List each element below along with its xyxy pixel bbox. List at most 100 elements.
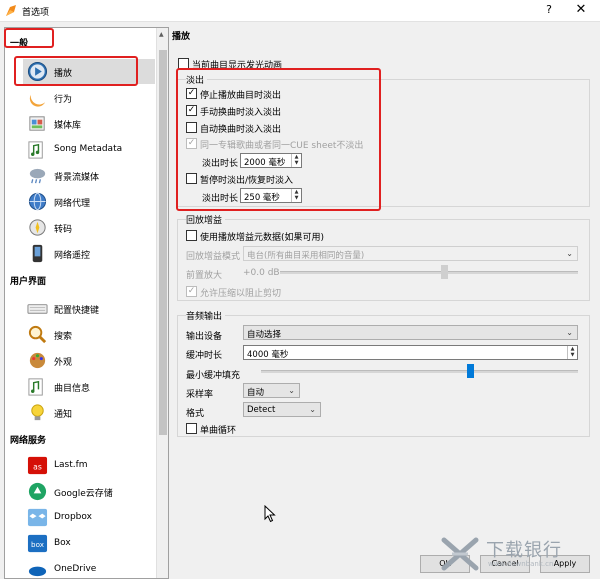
sidebar-item-search[interactable]: 搜索 bbox=[23, 322, 155, 347]
compress-label: 允许压缩以阻止剪切 bbox=[200, 289, 282, 299]
sidebar-item-notifications[interactable]: 通知 bbox=[23, 400, 155, 425]
highlight-box-fade bbox=[176, 68, 381, 211]
sidebar-item-shortcuts[interactable]: 配置快捷键 bbox=[23, 296, 155, 321]
remote-icon bbox=[32, 244, 43, 263]
onedrive-icon bbox=[28, 566, 47, 577]
format-value: Detect bbox=[247, 405, 276, 415]
sidebar-item-network-proxy[interactable]: 网络代理 bbox=[23, 189, 155, 214]
min-fill-slider[interactable] bbox=[261, 370, 578, 373]
sidebar-item-label: Box bbox=[54, 538, 71, 548]
sidebar-item-label: Google云存储 bbox=[54, 489, 113, 499]
track-info-icon bbox=[28, 378, 43, 396]
bulb-icon bbox=[31, 404, 44, 421]
sidebar-item-label: 背景流媒体 bbox=[54, 173, 100, 183]
preamp-value: +0.0 dB bbox=[243, 268, 280, 278]
sidebar-item-label: Dropbox bbox=[54, 512, 92, 522]
sidebar-item-label: 通知 bbox=[54, 410, 73, 420]
mouse-cursor-icon bbox=[264, 505, 276, 523]
sidebar: 一般 播放 行为 媒体库 Song Metadata 背景流媒体 网络代理 转码… bbox=[4, 27, 169, 579]
chevron-down-icon: ⌄ bbox=[566, 249, 573, 258]
sidebar-item-label: Song Metadata bbox=[54, 144, 123, 154]
sidebar-item-behavior[interactable]: 行为 bbox=[23, 85, 155, 110]
sidebar-item-label: 曲目信息 bbox=[54, 384, 91, 394]
sidebar-item-dropbox[interactable]: Dropbox bbox=[23, 505, 155, 530]
replaygain-mode-select[interactable]: 电台(所有曲目采用相同的音量) ⌄ bbox=[243, 246, 578, 261]
watermark-logo-icon bbox=[441, 537, 479, 571]
spin-buttons[interactable]: ▲ ▼ bbox=[567, 346, 577, 359]
highlight-box-general bbox=[4, 28, 54, 48]
weather-icon bbox=[29, 168, 46, 184]
use-replaygain-checkbox[interactable] bbox=[186, 230, 197, 241]
buffer-spinbox[interactable]: 4000 毫秒 ▲ ▼ bbox=[243, 345, 578, 360]
sidebar-item-label: 搜索 bbox=[54, 332, 73, 342]
chevron-down-icon: ⌄ bbox=[288, 386, 295, 395]
replaygain-group-label: 回放增益 bbox=[186, 213, 226, 226]
sidebar-item-google-drive[interactable]: Google云存储 bbox=[23, 479, 155, 504]
google-drive-icon bbox=[28, 482, 47, 501]
preamp-label: 前置放大 bbox=[186, 271, 223, 281]
sidebar-item-label: Last.fm bbox=[54, 460, 88, 470]
buffer-label: 缓冲时长 bbox=[186, 351, 223, 361]
scroll-up-icon[interactable]: ▲ bbox=[159, 31, 164, 38]
keyboard-icon bbox=[27, 304, 48, 314]
use-replaygain-label: 使用播放增益元数据(如果可用) bbox=[200, 233, 325, 243]
sidebar-item-label: 转码 bbox=[54, 225, 73, 235]
svg-text:box: box bbox=[31, 540, 44, 549]
compress-checkbox[interactable]: ✓ bbox=[186, 286, 197, 297]
window-title: 首选项 bbox=[22, 8, 50, 18]
highlight-box-playback bbox=[14, 56, 138, 86]
replaygain-mode-value: 电台(所有曲目采用相同的音量) bbox=[247, 251, 365, 261]
buffer-value: 4000 毫秒 bbox=[247, 350, 289, 360]
output-device-value: 自动选择 bbox=[247, 330, 282, 340]
format-select[interactable]: Detect ⌄ bbox=[243, 402, 321, 417]
watermark-text: 下载银行 bbox=[486, 540, 562, 561]
search-icon bbox=[28, 325, 47, 344]
music-note-icon bbox=[28, 141, 43, 159]
library-icon bbox=[29, 116, 45, 131]
mono-label: 单曲循环 bbox=[200, 426, 237, 436]
preamp-slider[interactable] bbox=[280, 271, 578, 274]
svg-text:as: as bbox=[33, 462, 42, 471]
sidebar-item-library[interactable]: 媒体库 bbox=[23, 111, 155, 136]
sample-rate-select[interactable]: 自动 ⌄ bbox=[243, 383, 300, 398]
sidebar-item-label: 网络遥控 bbox=[54, 251, 91, 261]
sidebar-item-song-metadata[interactable]: Song Metadata bbox=[23, 137, 155, 162]
sidebar-item-remote[interactable]: 网络遥控 bbox=[23, 241, 155, 266]
sidebar-item-label: 网络代理 bbox=[54, 199, 91, 209]
audio-output-group-label: 音频输出 bbox=[186, 309, 226, 322]
preamp-slider-thumb[interactable] bbox=[440, 265, 448, 279]
help-button[interactable]: ? bbox=[540, 3, 558, 19]
transcode-icon bbox=[29, 219, 46, 236]
sidebar-item-transcode[interactable]: 转码 bbox=[23, 215, 155, 240]
output-device-label: 输出设备 bbox=[186, 332, 223, 342]
sidebar-item-label: 外观 bbox=[54, 358, 73, 368]
dropbox-icon bbox=[27, 508, 48, 527]
sidebar-item-track-info[interactable]: 曲目信息 bbox=[23, 374, 155, 399]
watermark: 下载银行 www.downbank.cn bbox=[436, 532, 596, 577]
box-icon: box bbox=[27, 534, 48, 553]
format-label: 格式 bbox=[186, 409, 205, 419]
sample-rate-value: 自动 bbox=[247, 388, 265, 398]
sidebar-scrollbar[interactable]: ▲ bbox=[156, 28, 168, 578]
chevron-down-icon: ⌄ bbox=[309, 405, 316, 414]
sidebar-item-label: OneDrive bbox=[54, 564, 97, 574]
scrollbar-thumb[interactable] bbox=[159, 50, 167, 435]
output-device-select[interactable]: 自动选择 ⌄ bbox=[243, 325, 578, 340]
sidebar-item-label: 媒体库 bbox=[54, 121, 82, 131]
sidebar-group-services: 网络服务 bbox=[10, 436, 47, 446]
min-fill-label: 最小缓冲填充 bbox=[186, 371, 241, 381]
appearance-icon bbox=[29, 352, 46, 369]
replaygain-mode-label: 回放增益模式 bbox=[186, 252, 241, 262]
min-fill-slider-thumb[interactable] bbox=[467, 364, 475, 378]
sidebar-item-background-streams[interactable]: 背景流媒体 bbox=[23, 163, 155, 188]
close-button[interactable]: ✕ bbox=[570, 2, 592, 20]
sidebar-item-label: 配置快捷键 bbox=[54, 306, 100, 316]
mono-checkbox[interactable] bbox=[186, 423, 197, 434]
sidebar-group-ui: 用户界面 bbox=[10, 277, 47, 287]
sidebar-item-onedrive[interactable]: OneDrive bbox=[23, 557, 155, 578]
moon-icon bbox=[29, 94, 46, 107]
sidebar-item-box[interactable]: box Box bbox=[23, 531, 155, 556]
sidebar-item-lastfm[interactable]: as Last.fm bbox=[23, 453, 155, 478]
chevron-down-icon: ⌄ bbox=[566, 328, 573, 337]
sidebar-item-appearance[interactable]: 外观 bbox=[23, 348, 155, 373]
